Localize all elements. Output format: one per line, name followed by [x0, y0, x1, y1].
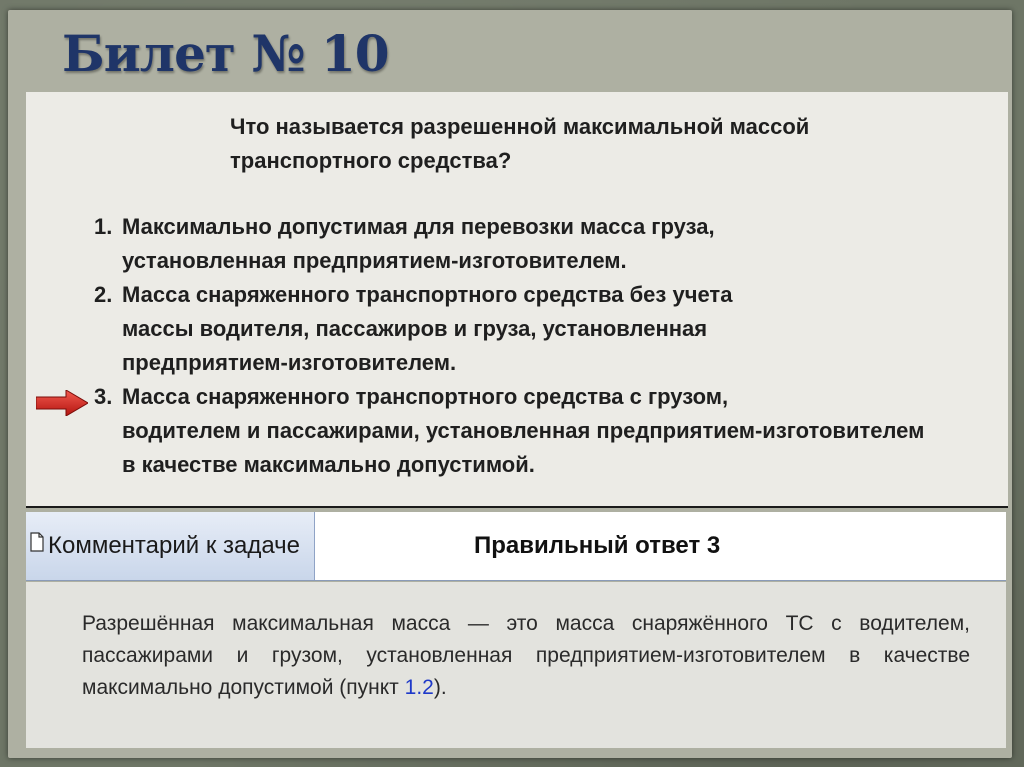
- explanation-text: Разрешённая максимальная масса — это мас…: [82, 608, 970, 704]
- answer-text-line: водителем и пассажирами, установленная п…: [122, 418, 925, 443]
- explanation-panel: Разрешённая максимальная масса — это мас…: [26, 582, 1006, 748]
- answer-text-line: в качестве максимально допустимой.: [122, 452, 535, 477]
- answer-number: 2.: [94, 282, 113, 307]
- answer-option-1[interactable]: 1. Максимально допустимая для перевозки …: [94, 210, 994, 278]
- answer-text-line: Масса снаряженного транспортного средств…: [122, 282, 733, 307]
- explanation-tail: ).: [433, 676, 447, 699]
- answer-number: 1.: [94, 214, 113, 239]
- question-line-1: Что называется разрешенной максимальной …: [230, 114, 810, 139]
- question-text: Что называется разрешенной максимальной …: [230, 110, 870, 178]
- answer-text-line: Масса снаряженного транспортного средств…: [122, 384, 729, 409]
- answer-list: 1. Максимально допустимая для перевозки …: [94, 210, 994, 482]
- comment-tab-label: Комментарий к задаче: [48, 532, 301, 559]
- answer-option-2[interactable]: 2. Масса снаряженного транспортного сред…: [94, 278, 994, 380]
- question-panel: Что называется разрешенной максимальной …: [26, 92, 1008, 508]
- slide-title: Билет № 10: [62, 24, 390, 83]
- arrow-right-icon: [36, 390, 88, 416]
- comment-bar: Комментарий к задаче Правильный ответ 3: [26, 512, 1006, 581]
- question-line-2: транспортного средства?: [230, 148, 512, 173]
- answer-text-line: установленная предприятием-изготовителем…: [122, 248, 627, 273]
- answer-option-3[interactable]: 3. Масса снаряженного транспортного сред…: [94, 380, 994, 482]
- explanation-body: Разрешённая максимальная масса — это мас…: [82, 612, 970, 699]
- correct-answer-label: Правильный ответ 3: [474, 532, 721, 559]
- comment-tab[interactable]: Комментарий к задаче: [26, 512, 315, 580]
- answer-text-line: Максимально допустимая для перевозки мас…: [122, 214, 715, 239]
- answer-number: 3.: [94, 384, 113, 409]
- rule-reference-link[interactable]: 1.2: [405, 676, 434, 699]
- answer-text-line: массы водителя, пассажиров и груза, уста…: [122, 316, 708, 341]
- answer-text-line: предприятием-изготовителем.: [122, 350, 457, 375]
- document-icon: [30, 532, 44, 552]
